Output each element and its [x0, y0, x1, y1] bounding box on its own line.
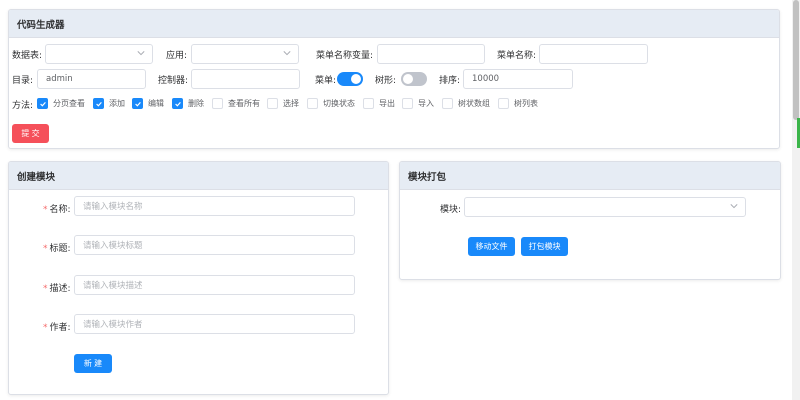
chevron-down-icon [730, 202, 738, 209]
menu-name-input[interactable] [539, 44, 648, 64]
scrollbar-thumb[interactable] [793, 0, 799, 120]
module-title-input[interactable]: 请输入模块标题 [74, 235, 355, 255]
module-name-label-text: 名称: [49, 205, 71, 215]
package-module-title: 模块打包 [400, 162, 780, 190]
module-desc-label-text: 描述: [49, 284, 71, 294]
sort-input[interactable]: 10000 [463, 69, 573, 89]
create-module-button[interactable]: 新 建 [74, 354, 112, 373]
method-checkbox-label: 切换状态 [323, 99, 355, 108]
checkbox-box[interactable] [132, 98, 143, 109]
checkbox-box[interactable] [93, 98, 104, 109]
method-checkbox-label: 树列表 [514, 99, 538, 108]
check-icon [95, 101, 102, 107]
app-label: 应用: [166, 51, 188, 61]
module-desc-label: * 描述: [43, 281, 71, 294]
switch-knob [403, 74, 413, 84]
required-mark: * [43, 205, 48, 215]
checkbox-box[interactable] [172, 98, 183, 109]
method-checkbox[interactable]: 删除 [172, 98, 204, 109]
package-module-card: 模块打包 [399, 161, 781, 280]
method-checkbox[interactable]: 编辑 [132, 98, 164, 109]
menu-switch[interactable] [337, 72, 363, 86]
method-checkbox[interactable]: 切换状态 [307, 98, 355, 109]
controller-input[interactable] [191, 69, 300, 89]
method-checkbox[interactable]: 查看所有 [212, 98, 260, 109]
method-label: 方法: [12, 101, 34, 111]
method-checkbox[interactable]: 树列表 [498, 98, 538, 109]
dir-input[interactable]: admin [37, 69, 146, 89]
module-name-label: * 名称: [43, 202, 71, 215]
module-name-input[interactable]: 请输入模块名称 [74, 196, 355, 216]
method-checkbox[interactable]: 分页查看 [37, 98, 85, 109]
create-module-title: 创建模块 [9, 162, 388, 190]
sort-label: 排序: [439, 76, 461, 86]
move-files-button[interactable]: 移动文件 [468, 237, 515, 256]
chevron-down-icon [283, 49, 291, 56]
required-mark: * [43, 244, 48, 254]
checkbox-box[interactable] [498, 98, 509, 109]
method-checkbox-label: 添加 [109, 99, 125, 108]
check-icon [174, 101, 181, 107]
required-mark: * [43, 323, 48, 333]
controller-label: 控制器: [158, 76, 189, 86]
checkbox-box[interactable] [212, 98, 223, 109]
submit-button[interactable]: 提 交 [12, 124, 49, 143]
checkbox-box[interactable] [37, 98, 48, 109]
menu-name-label: 菜单名称: [497, 51, 537, 61]
dir-label: 目录: [12, 76, 34, 86]
checkbox-box[interactable] [307, 98, 318, 109]
chevron-down-icon [137, 49, 145, 56]
module-author-label: * 作者: [43, 320, 71, 333]
package-module-select[interactable] [464, 197, 746, 217]
method-checkbox[interactable]: 导出 [363, 98, 395, 109]
required-mark: * [43, 284, 48, 294]
menu-var-label: 菜单名称变量: [316, 51, 374, 61]
table-select[interactable] [45, 44, 153, 64]
code-generator-title: 代码生成器 [9, 10, 779, 38]
menu-var-input[interactable] [377, 44, 485, 64]
method-checkbox-label: 分页查看 [53, 99, 85, 108]
module-title-label-text: 标题: [49, 244, 71, 254]
check-icon [134, 101, 141, 107]
app-select[interactable] [191, 44, 299, 64]
pack-module-button[interactable]: 打包模块 [521, 237, 568, 256]
checkbox-box[interactable] [442, 98, 453, 109]
method-checkbox[interactable]: 选择 [267, 98, 299, 109]
method-checkbox-label: 查看所有 [228, 99, 260, 108]
table-label: 数据表: [12, 51, 43, 61]
module-desc-input[interactable]: 请输入模块描述 [74, 275, 355, 295]
tree-switch[interactable] [401, 72, 427, 86]
package-module-label: 模块: [440, 205, 462, 215]
module-author-label-text: 作者: [49, 323, 71, 333]
tree-label: 树形: [375, 76, 397, 86]
method-checkbox-label: 导出 [379, 99, 395, 108]
method-checkbox-label: 树状数组 [458, 99, 490, 108]
method-checkbox-label: 编辑 [148, 99, 164, 108]
method-checkbox-label: 导入 [418, 99, 434, 108]
module-author-input[interactable]: 请输入模块作者 [74, 314, 355, 334]
switch-knob [351, 74, 361, 84]
page-scrollbar[interactable] [792, 0, 800, 400]
method-checkbox[interactable]: 导入 [402, 98, 434, 109]
checkbox-box[interactable] [267, 98, 278, 109]
method-checkbox[interactable]: 添加 [93, 98, 125, 109]
checkbox-box[interactable] [402, 98, 413, 109]
method-checkbox-label: 删除 [188, 99, 204, 108]
method-checkbox[interactable]: 树状数组 [442, 98, 490, 109]
menu-label: 菜单: [315, 76, 337, 86]
check-icon [39, 101, 46, 107]
module-title-label: * 标题: [43, 241, 71, 254]
checkbox-box[interactable] [363, 98, 374, 109]
method-checkbox-label: 选择 [283, 99, 299, 108]
